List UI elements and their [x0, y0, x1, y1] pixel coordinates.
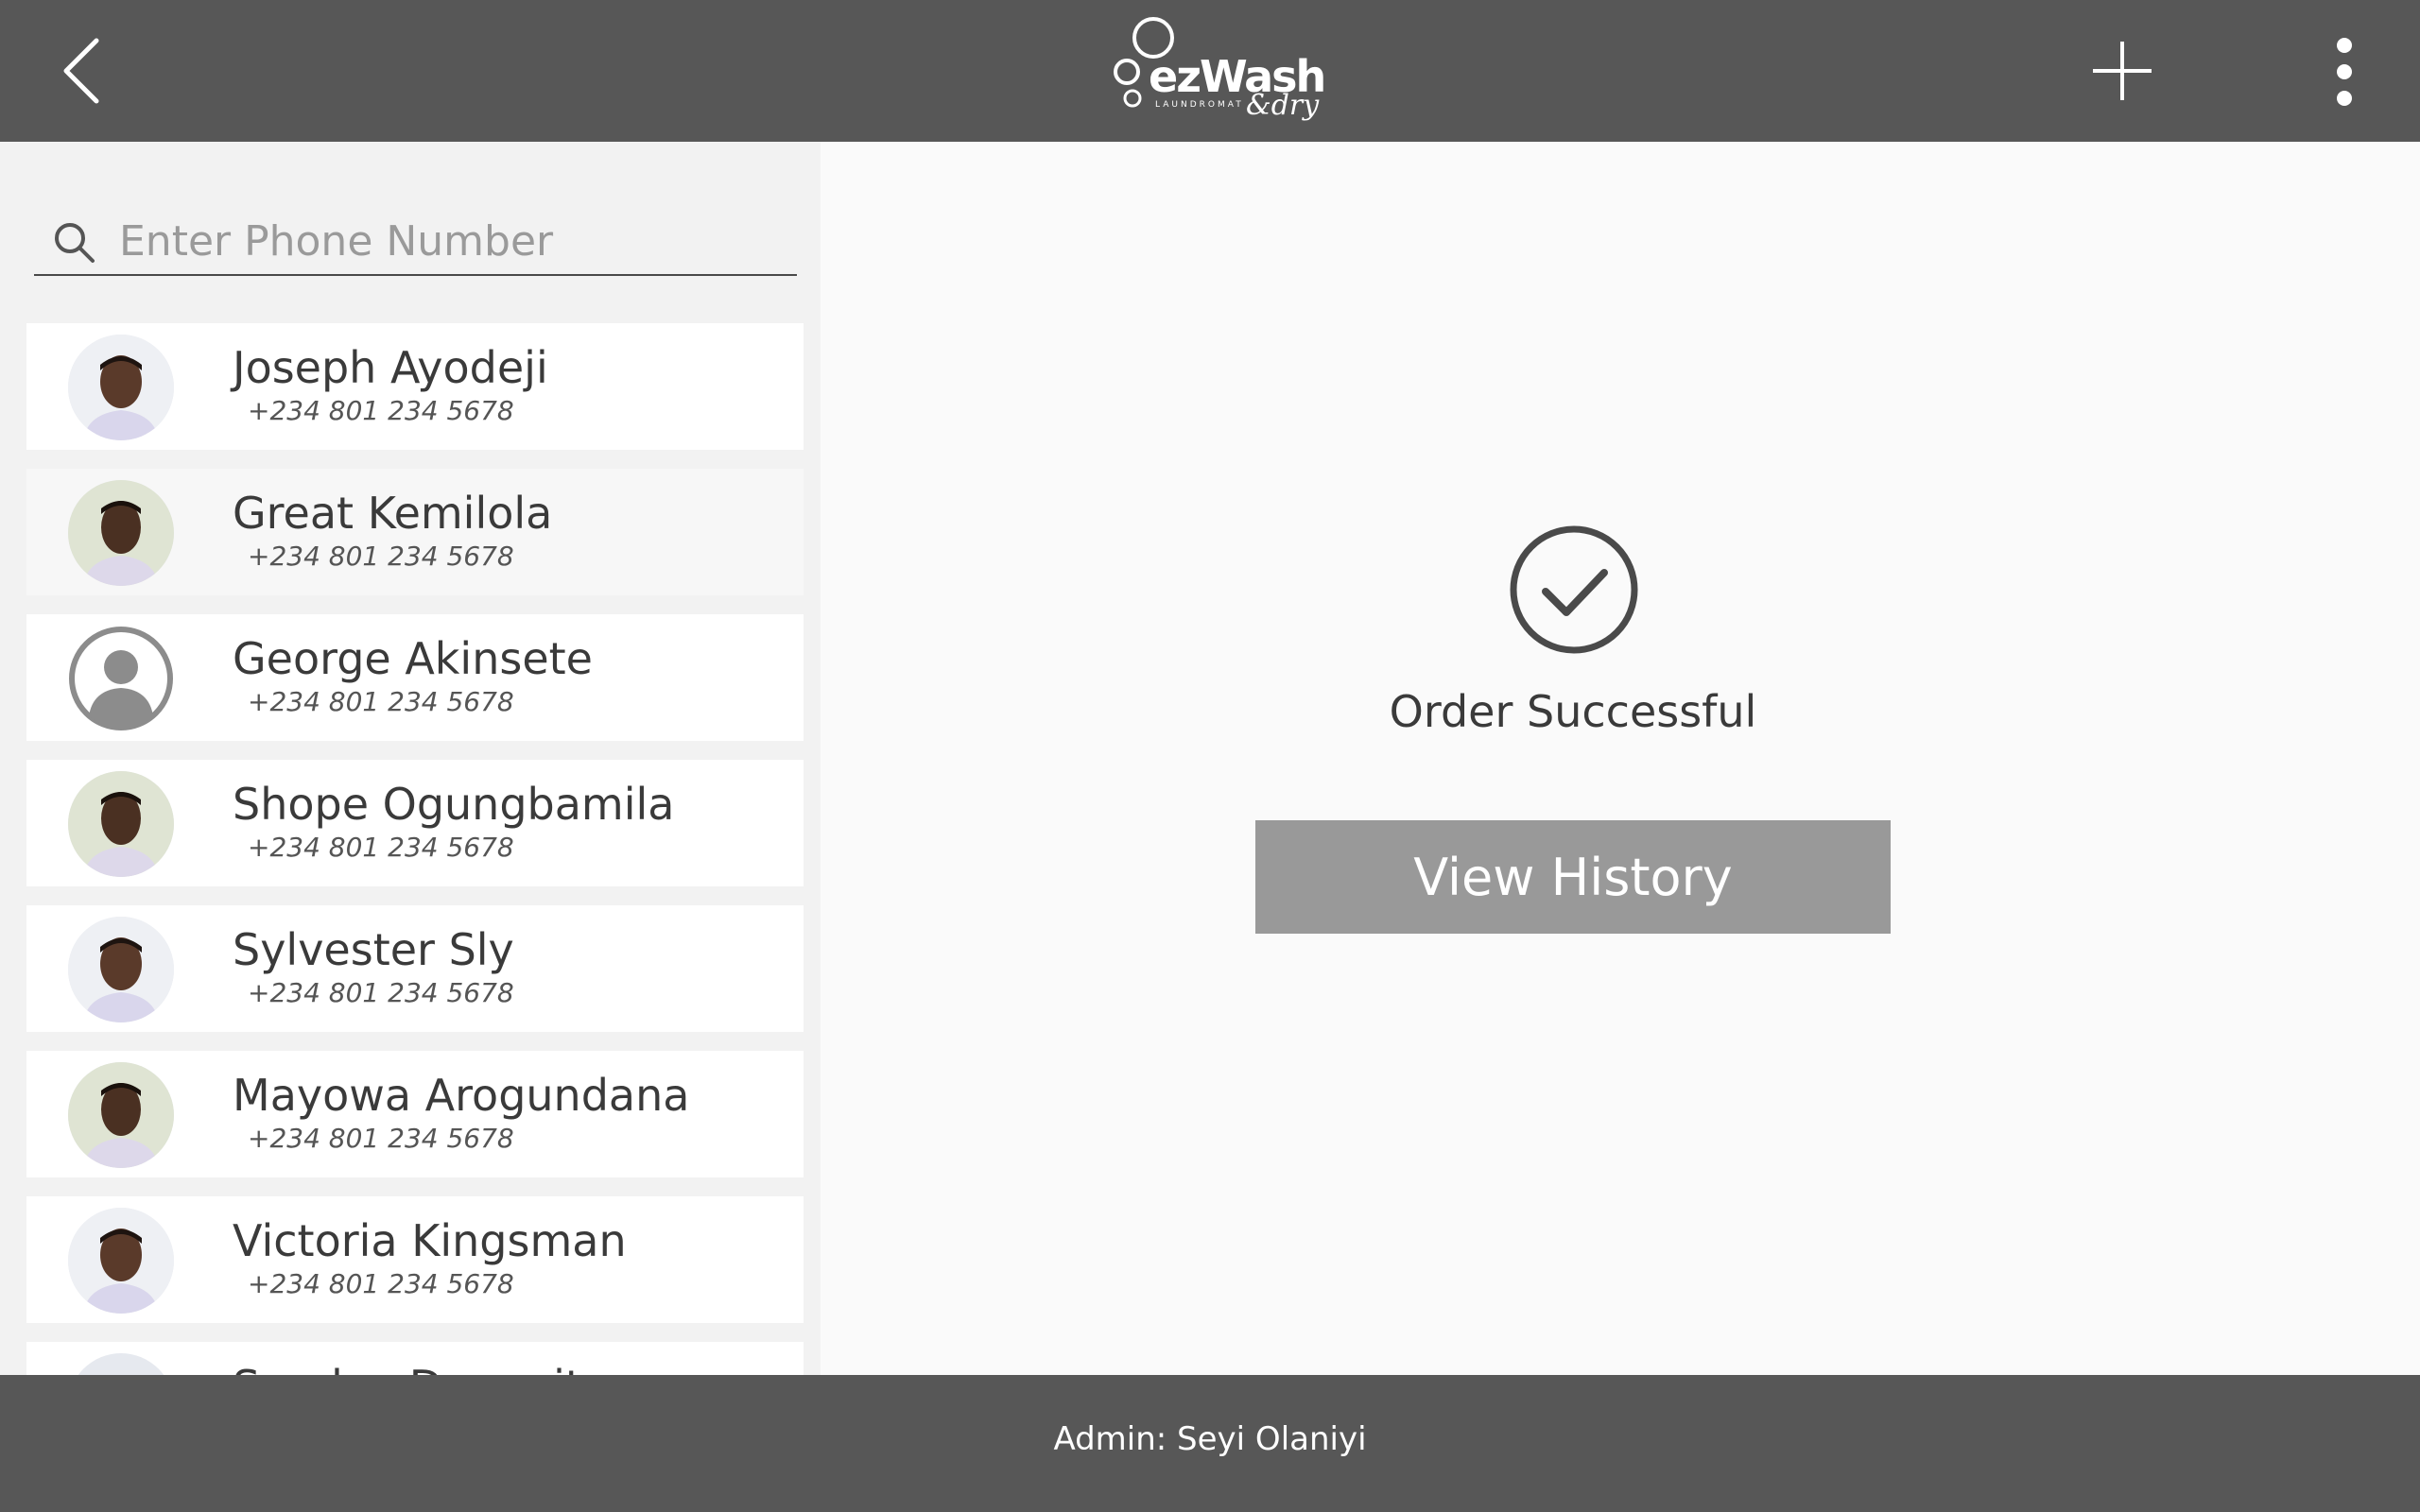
avatar — [68, 335, 174, 440]
customer-name: Mayowa Arogundana — [233, 1070, 690, 1121]
avatar — [68, 917, 174, 1022]
customer-row[interactable]: Victoria Kingsman +234 801 234 5678 — [26, 1196, 804, 1323]
check-circle-icon — [1510, 525, 1638, 654]
avatar — [68, 480, 174, 586]
order-status-panel: Order Successful View History — [821, 142, 2420, 1375]
customer-phone: +234 801 234 5678 — [248, 395, 514, 426]
avatar — [68, 1353, 174, 1375]
customer-name: Shope Ogungbamila — [233, 779, 675, 830]
customer-name: Victoria Kingsman — [233, 1215, 627, 1266]
logo-subtext: LAUNDROMAT — [1155, 100, 1244, 110]
customer-list: Joseph Ayodeji +234 801 234 5678 Great K… — [26, 323, 804, 1375]
customer-phone: +234 801 234 5678 — [248, 686, 514, 717]
back-button[interactable] — [53, 33, 129, 109]
avatar — [68, 771, 174, 877]
admin-label: Admin: Seyi Olaniyi — [1053, 1420, 1367, 1458]
customer-phone: +234 801 234 5678 — [248, 1123, 514, 1154]
ezwash-logo: ezWash LAUNDROMAT &dry — [1106, 13, 1326, 129]
customer-row[interactable]: Mayowa Arogundana +234 801 234 5678 — [26, 1051, 804, 1177]
view-history-button[interactable]: View History — [1255, 820, 1891, 934]
customer-name: Sunday Dem...it — [233, 1361, 582, 1375]
customer-row[interactable]: Sunday Dem...it — [26, 1342, 804, 1375]
customer-name: George Akinsete — [233, 633, 593, 684]
add-button[interactable] — [2089, 38, 2155, 104]
top-app-bar: ezWash LAUNDROMAT &dry — [0, 0, 2420, 142]
plus-icon — [2093, 42, 2152, 100]
overflow-menu-button[interactable] — [2325, 34, 2363, 110]
status-message: Order Successful — [1389, 686, 1757, 737]
customer-phone: +234 801 234 5678 — [248, 832, 514, 863]
avatar — [68, 1062, 174, 1168]
customer-row[interactable]: George Akinsete +234 801 234 5678 — [26, 614, 804, 741]
customer-name: Joseph Ayodeji — [233, 342, 548, 393]
customer-row[interactable]: Sylvester Sly +234 801 234 5678 — [26, 905, 804, 1032]
search-icon — [55, 223, 95, 263]
customer-phone: +234 801 234 5678 — [248, 1268, 514, 1299]
phone-search-input[interactable] — [119, 214, 781, 268]
bottom-status-bar: Admin: Seyi Olaniyi — [0, 1375, 2420, 1512]
customer-phone: +234 801 234 5678 — [248, 977, 514, 1008]
chevron-left-icon — [63, 38, 99, 104]
customer-name: Great Kemilola — [233, 488, 553, 539]
customer-phone: +234 801 234 5678 — [248, 541, 514, 572]
more-vertical-icon — [2337, 38, 2352, 106]
customer-row[interactable]: Joseph Ayodeji +234 801 234 5678 — [26, 323, 804, 450]
customer-sidebar: Joseph Ayodeji +234 801 234 5678 Great K… — [0, 142, 821, 1375]
customer-row[interactable]: Shope Ogungbamila +234 801 234 5678 — [26, 760, 804, 886]
customer-row[interactable]: Great Kemilola +234 801 234 5678 — [26, 469, 804, 595]
customer-name: Sylvester Sly — [233, 924, 514, 975]
user-placeholder-icon — [69, 627, 173, 730]
search-bar — [34, 208, 797, 276]
avatar — [68, 1208, 174, 1314]
logo-script: &dry — [1246, 89, 1320, 122]
avatar — [68, 626, 174, 731]
